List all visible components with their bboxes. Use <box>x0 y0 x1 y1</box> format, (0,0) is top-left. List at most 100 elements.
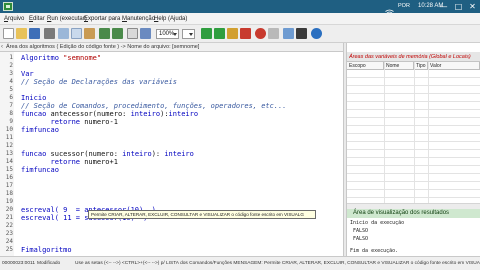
line-number-gutter: 1 2 3 4 5 6 7 8 9 10 11 12 13 14 15 16 17 18 19 20 21 22 23 24 2… <box>0 52 14 256</box>
code-line[interactable]: retorne numero+1 <box>21 158 118 166</box>
line-number: 20 <box>5 206 13 213</box>
code-token: inteiro <box>122 150 152 158</box>
font-select[interactable] <box>182 29 195 39</box>
code-token: sucessor(numero: <box>50 150 123 158</box>
code-line[interactable]: fimfuncao <box>21 126 59 134</box>
tooltip: Permite CRIAR, ALTERAR, EXCLUIR, CONSULT… <box>88 210 316 219</box>
maximize-button[interactable]: □ <box>451 0 466 13</box>
code-line[interactable]: Fimalgoritmo <box>21 246 72 254</box>
line-number: 13 <box>5 150 13 157</box>
clear-breakpoints-icon[interactable] <box>268 28 279 39</box>
line-number: 10 <box>5 126 13 133</box>
step-icon[interactable] <box>214 28 225 39</box>
code-line[interactable]: fimfuncao <box>21 166 59 174</box>
menu-label: un (executar) <box>51 16 87 22</box>
timer-icon[interactable] <box>227 28 238 39</box>
code-line[interactable]: Var <box>21 70 34 78</box>
line-number: 5 <box>9 86 13 93</box>
find-icon[interactable] <box>127 28 138 39</box>
indent-icon[interactable] <box>140 28 151 39</box>
menu-editar[interactable]: Editar <box>29 13 45 25</box>
column-divider <box>428 62 429 209</box>
code-token: "semnome" <box>63 54 102 62</box>
save-icon[interactable] <box>29 28 40 39</box>
menu-label: anutenção <box>127 16 156 22</box>
variables-icon[interactable] <box>283 28 294 39</box>
line-number: 14 <box>5 158 13 165</box>
output-line: FALSO <box>353 228 369 234</box>
menu-manutencao[interactable]: Manutenção <box>122 13 155 25</box>
line-number: 8 <box>9 110 13 117</box>
column-header-nome[interactable]: Nome <box>384 62 414 70</box>
variables-panel-title: Áreas das variáveis de memória (Global e… <box>349 54 471 60</box>
code-token: antecessor(numero: <box>50 110 131 118</box>
output-line: Fim da execução. <box>350 248 399 254</box>
line-number: 17 <box>5 182 13 189</box>
code-token: funcao <box>21 110 51 118</box>
code-token: numero+1 <box>84 158 118 166</box>
results-output[interactable]: Inicio da execução FALSO FALSO Fim da ex… <box>347 218 480 256</box>
breakpoint-icon[interactable] <box>255 28 266 39</box>
line-number: 24 <box>5 238 13 245</box>
code-token: retorne <box>21 118 85 126</box>
code-token: inteiro <box>168 110 199 118</box>
cut-icon[interactable] <box>58 28 69 39</box>
menu-run[interactable]: Run (executar) <box>47 13 87 25</box>
line-number: 22 <box>5 222 13 229</box>
column-header-escopo[interactable]: Escopo <box>347 62 384 70</box>
output-line: Inicio da execução <box>350 220 405 226</box>
open-folder-icon[interactable] <box>16 28 27 39</box>
paste-icon[interactable] <box>84 28 95 39</box>
line-number: 25 <box>5 246 13 253</box>
keyboard-layout-label[interactable]: POR <box>398 0 410 13</box>
menu-label: ditar <box>33 16 45 22</box>
line-number: 11 <box>5 134 13 141</box>
code-line[interactable]: retorne numero-1 <box>21 118 118 126</box>
redo-icon[interactable] <box>112 28 123 39</box>
run-icon[interactable] <box>201 28 212 39</box>
undo-icon[interactable] <box>99 28 110 39</box>
menu-label: rquivo <box>8 16 25 22</box>
menu-label: xportar para <box>88 16 121 22</box>
help-icon[interactable] <box>311 28 322 39</box>
variables-table[interactable]: Escopo Nome Tipo Valor <box>347 62 480 209</box>
stop-icon[interactable] <box>240 28 251 39</box>
code-line[interactable]: Algoritmo "semnome" <box>21 54 101 62</box>
results-panel-title: Área de visualização dos resultados <box>353 210 450 216</box>
column-divider <box>414 62 415 209</box>
menu-arquivo[interactable]: Arquivo <box>4 13 24 25</box>
line-number: 1 <box>9 54 13 61</box>
line-number: 2 <box>9 62 13 69</box>
code-line[interactable]: // Seção de Declarações das variáveis <box>21 78 177 86</box>
line-number: 21 <box>5 214 13 221</box>
line-number: 19 <box>5 198 13 205</box>
chevron-left-icon[interactable]: ‹ <box>1 43 3 52</box>
status-bar: 00000023:0011 Modificado Use as setas (<… <box>0 256 480 270</box>
editor-header-label: Área dos algoritmos ( Edição do código f… <box>6 44 200 50</box>
line-number: 23 <box>5 230 13 237</box>
modified-indicator: Modificado <box>37 261 61 266</box>
code-line[interactable]: Inicio <box>21 94 46 102</box>
code-token: ): <box>151 150 165 158</box>
line-number: 6 <box>9 94 13 101</box>
wifi-icon[interactable] <box>385 3 394 16</box>
minimize-button[interactable]: — <box>436 0 451 13</box>
code-line[interactable]: funcao sucessor(numero: inteiro): inteir… <box>21 150 194 158</box>
column-header-tipo[interactable]: Tipo <box>414 62 428 70</box>
code-editor[interactable]: Algoritmo "semnome" Var// Seção de Declar… <box>19 52 343 256</box>
zoom-select[interactable]: 100% <box>156 29 179 39</box>
print-icon[interactable] <box>44 28 55 39</box>
code-line[interactable]: // Seção de Comandos, procedimento, funç… <box>21 102 287 110</box>
new-file-icon[interactable] <box>3 28 14 39</box>
column-header-valor[interactable]: Valor <box>428 62 480 70</box>
close-button[interactable]: ✕ <box>465 0 480 13</box>
variables-panel-header: Áreas das variáveis de memória (Global e… <box>347 52 480 62</box>
menu-help[interactable]: Help (Ajuda) <box>154 13 187 25</box>
code-line[interactable]: funcao antecessor(numero: inteiro):intei… <box>21 110 198 118</box>
output-icon[interactable] <box>296 28 307 39</box>
results-panel-header: Área de visualização dos resultados <box>347 209 480 218</box>
code-token: retorne <box>21 158 85 166</box>
menu-exportar[interactable]: Exportar para <box>84 13 120 25</box>
copy-icon[interactable] <box>71 28 82 39</box>
line-number: 16 <box>5 174 13 181</box>
